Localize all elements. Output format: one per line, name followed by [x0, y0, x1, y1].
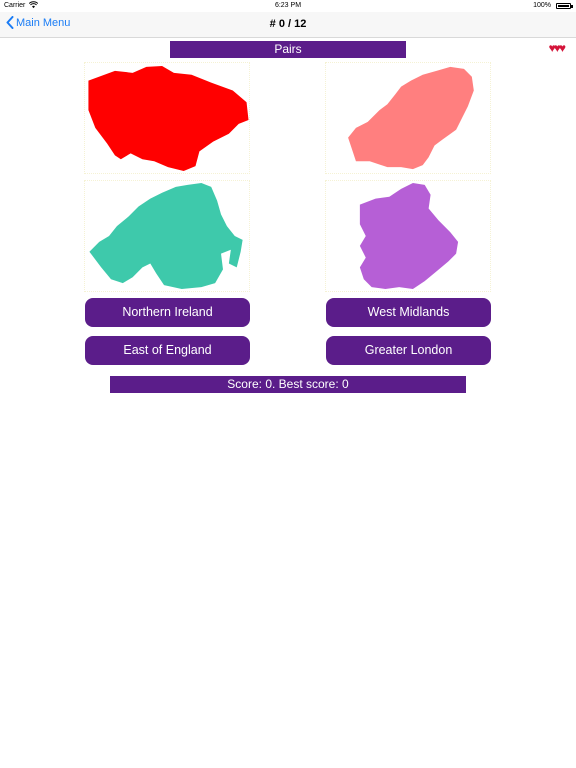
battery-percent: 100% — [533, 2, 551, 9]
game-mode-header: Pairs — [170, 41, 406, 58]
answer-button-west-midlands[interactable]: West Midlands — [326, 298, 491, 327]
region-shape-4 — [359, 182, 459, 290]
answer-button-northern-ireland[interactable]: Northern Ireland — [85, 298, 250, 327]
answer-button-greater-london[interactable]: Greater London — [326, 336, 491, 365]
region-shape-3 — [89, 182, 243, 290]
page-title: # 0 / 12 — [269, 18, 307, 30]
region-shape-1 — [88, 65, 249, 172]
lives-hearts-icon: ♥♥♥ — [548, 41, 566, 55]
answer-button-east-of-england[interactable]: East of England — [85, 336, 250, 365]
clock-label: 6:23 PM — [274, 2, 302, 9]
battery-tip — [571, 5, 573, 8]
map-tile-1[interactable] — [84, 62, 250, 174]
map-tile-3[interactable] — [84, 180, 250, 292]
battery-icon — [556, 3, 571, 9]
region-shape-2 — [348, 66, 474, 170]
score-label: Score: 0. Best score: 0 — [110, 376, 466, 393]
navigation-bar: Main Menu # 0 / 12 — [0, 12, 576, 38]
status-bar: Carrier 6:23 PM 100% — [0, 0, 576, 12]
map-tile-2[interactable] — [325, 62, 491, 174]
map-tile-4[interactable] — [325, 180, 491, 292]
